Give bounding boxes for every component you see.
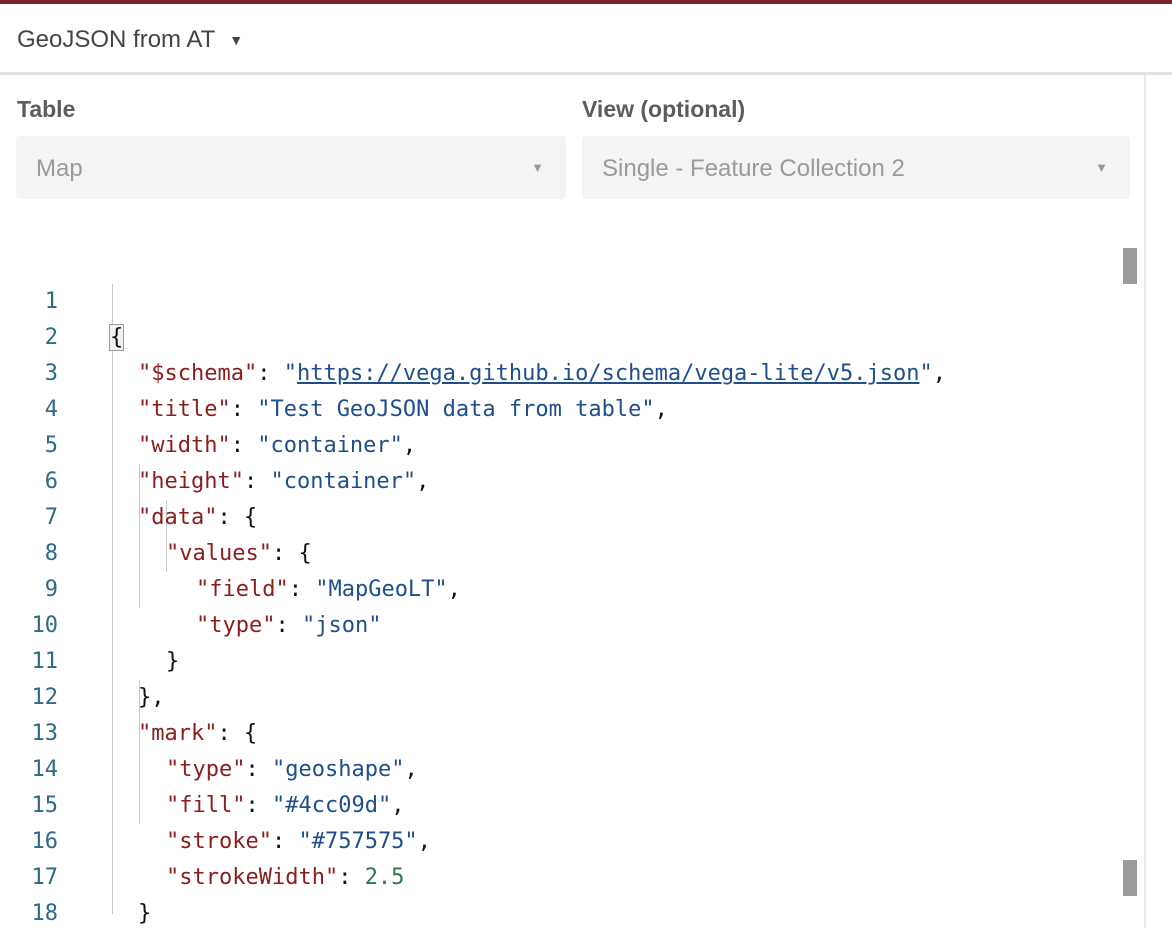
block-header: GeoJSON from AT ▼ xyxy=(0,4,1172,72)
code-line: 11 }, xyxy=(0,608,1110,710)
code-line: 7 "values": { xyxy=(0,464,1110,566)
json-brace: } xyxy=(138,901,152,926)
chevron-down-icon: ▼ xyxy=(1095,160,1108,175)
code-line: 14 "fill": "#4cc09d", xyxy=(0,716,1110,818)
block-title-dropdown[interactable]: GeoJSON from AT ▼ xyxy=(17,26,243,54)
panel-right-border xyxy=(1144,75,1146,928)
table-select[interactable]: Map ▼ xyxy=(16,136,566,199)
code-line: 10 } xyxy=(0,572,1110,674)
view-label: View (optional) xyxy=(582,96,746,122)
line-number: 18 xyxy=(31,901,59,926)
code-line: 2 "$schema": "https://vega.github.io/sch… xyxy=(0,284,1110,386)
view-select[interactable]: Single - Feature Collection 2 ▼ xyxy=(582,136,1130,199)
code-line: 5 "height": "container", xyxy=(0,392,1110,494)
view-select-value: Single - Feature Collection 2 xyxy=(602,155,905,182)
block-title: GeoJSON from AT xyxy=(17,26,216,53)
code-text: } xyxy=(138,896,151,928)
code-line: 18 } xyxy=(0,860,1110,926)
caret-down-icon: ▼ xyxy=(229,32,244,48)
code-editor[interactable]: 1 { 2 "$schema": "https://vega.github.io… xyxy=(0,230,1144,928)
editor-scrollbar[interactable] xyxy=(1122,248,1138,928)
header-divider xyxy=(0,72,1172,75)
code-line: 4 "width": "container", xyxy=(0,356,1110,458)
code-line: 12 "mark": { xyxy=(0,644,1110,746)
code-line: 8 "field": "MapGeoLT", xyxy=(0,500,1110,602)
chevron-down-icon: ▼ xyxy=(531,160,544,175)
code-line: 1 { xyxy=(0,248,1110,351)
code-line: 6 "data": { xyxy=(0,428,1110,530)
code-line: 9 "type": "json" xyxy=(0,536,1110,638)
code-line: 15 "stroke": "#757575", xyxy=(0,752,1110,854)
code-line: 17 } xyxy=(0,824,1110,926)
code-line: 13 "type": "geoshape", xyxy=(0,680,1110,782)
code-line: 3 "title": "Test GeoJSON data from table… xyxy=(0,320,1110,422)
scrollbar-thumb-top[interactable] xyxy=(1123,248,1137,284)
code-line: 16 "strokeWidth": 2.5 xyxy=(0,788,1110,890)
table-select-value: Map xyxy=(36,155,83,182)
table-label: Table xyxy=(17,96,76,122)
scrollbar-thumb-bottom[interactable] xyxy=(1123,860,1137,896)
